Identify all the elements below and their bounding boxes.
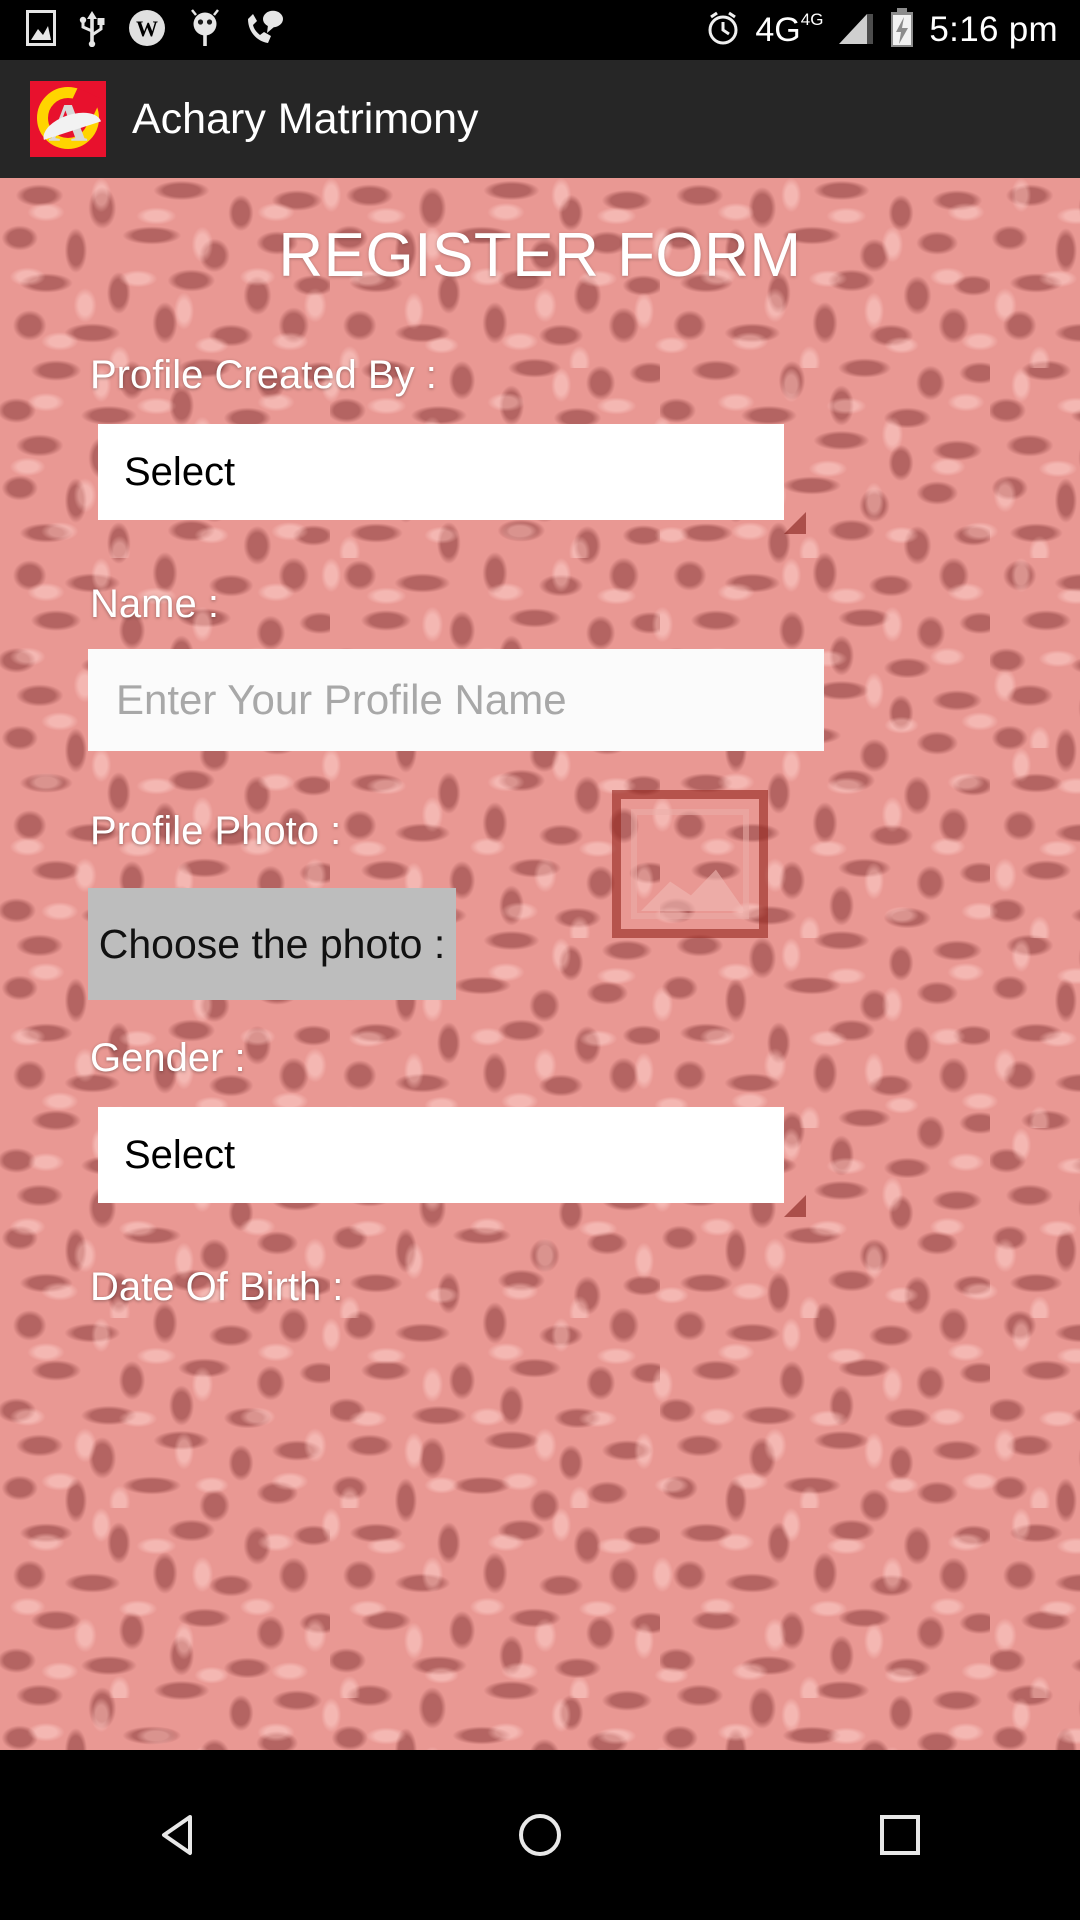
name-label: Name : (90, 582, 219, 626)
gender-spinner[interactable]: Select (98, 1107, 806, 1217)
svg-text:W: W (136, 16, 158, 41)
w-badge-icon: W (128, 9, 166, 52)
app-bar: A Achary Matrimony (0, 60, 1080, 178)
status-bar: W 4G 4G 5:16 pm (0, 0, 1080, 60)
battery-charging-icon (889, 7, 915, 53)
status-bar-system-icons: 4G 4G 5:16 pm (705, 7, 1080, 53)
back-icon[interactable] (120, 1775, 240, 1895)
register-form: REGISTER FORM Profile Created By : Selec… (0, 178, 1080, 1310)
clock-time: 5:16 pm (929, 10, 1058, 49)
profile-created-by-label: Profile Created By : (90, 353, 437, 397)
network-type-label: 4G 4G (755, 10, 824, 49)
profile-created-by-spinner[interactable]: Select (98, 424, 806, 534)
page-title: REGISTER FORM (278, 221, 802, 290)
signal-icon (837, 10, 875, 51)
profile-created-by-value: Select (124, 449, 236, 494)
gender-spinner-dropdown-triangle-icon (784, 1195, 806, 1217)
usb-icon (78, 9, 106, 52)
choose-photo-button-label: Choose the photo : (98, 920, 446, 967)
android-navigation-bar (0, 1750, 1080, 1920)
app-logo-icon: A (30, 81, 106, 157)
phone-message-icon (244, 9, 284, 52)
profile-photo-row: Choose the photo : (0, 790, 1080, 1064)
home-icon[interactable] (480, 1775, 600, 1895)
recents-icon[interactable] (840, 1775, 960, 1895)
image-placeholder-icon[interactable] (612, 790, 768, 938)
app-bar-title: Achary Matrimony (132, 94, 479, 143)
register-form-screen: REGISTER FORM Profile Created By : Selec… (0, 178, 1080, 1750)
alarm-clock-icon (705, 9, 741, 52)
name-input-placeholder: Enter Your Profile Name (116, 676, 567, 723)
choose-photo-button[interactable]: Choose the photo : (88, 888, 456, 1000)
image-icon (26, 9, 56, 51)
date-of-birth-label: Date Of Birth : (90, 1265, 344, 1309)
spinner-dropdown-triangle-icon (784, 512, 806, 534)
name-input[interactable]: Enter Your Profile Name (88, 649, 824, 751)
profile-photo-label: Profile Photo : (90, 809, 342, 853)
status-bar-notification-icons: W (0, 8, 705, 52)
android-robot-icon (188, 8, 222, 52)
gender-value: Select (124, 1132, 236, 1177)
